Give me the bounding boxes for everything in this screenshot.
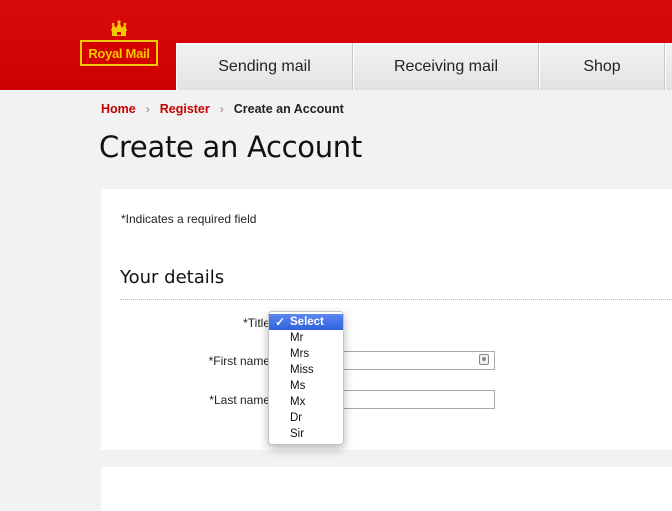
next-card — [101, 467, 672, 511]
title-option-miss[interactable]: Miss — [269, 362, 343, 378]
section-title-your-details: Your details — [120, 267, 225, 288]
title-option-ms[interactable]: Ms — [269, 378, 343, 394]
nav-tab-shop[interactable]: Shop — [539, 43, 665, 90]
title-option-mx[interactable]: Mx — [269, 394, 343, 410]
crown-icon — [111, 20, 127, 36]
page-title: Create an Account — [99, 130, 362, 164]
logo-text: Royal Mail — [88, 45, 150, 61]
contact-card-icon[interactable] — [479, 354, 489, 365]
logo-plate: Royal Mail — [80, 40, 158, 66]
site-header: Royal Mail Sending mail Receiving mail S… — [0, 0, 672, 90]
title-option-sir[interactable]: Sir — [269, 426, 343, 442]
breadcrumb-home-link[interactable]: Home — [101, 102, 136, 116]
title-option-mrs[interactable]: Mrs — [269, 346, 343, 362]
title-option-mr[interactable]: Mr — [269, 330, 343, 346]
title-select-dropdown[interactable]: ✓ Select Mr Mrs Miss Ms Mx Dr Sir — [268, 311, 344, 445]
breadcrumb-current: Create an Account — [233, 102, 344, 116]
title-option-dr[interactable]: Dr — [269, 410, 343, 426]
last-name-field[interactable] — [342, 390, 495, 409]
required-field-note: *Indicates a required field — [121, 212, 257, 226]
breadcrumb-separator: › — [219, 102, 224, 116]
royal-mail-logo[interactable]: Royal Mail — [80, 20, 158, 68]
nav-tab-receiving-mail[interactable]: Receiving mail — [353, 43, 539, 90]
checkmark-icon: ✓ — [275, 315, 286, 329]
first-name-label: *First name — [208, 354, 270, 368]
last-name-label: *Last name — [209, 393, 270, 407]
nav-tab-sending-mail[interactable]: Sending mail — [176, 43, 353, 90]
breadcrumb-register-link[interactable]: Register — [160, 102, 210, 116]
nav-tab-overflow[interactable] — [665, 43, 672, 90]
title-label: *Title — [243, 316, 270, 330]
main-nav: Sending mail Receiving mail Shop — [176, 43, 672, 90]
option-label: Select — [290, 316, 324, 328]
details-card — [101, 189, 672, 450]
title-option-select[interactable]: ✓ Select — [269, 314, 343, 330]
section-divider — [120, 299, 672, 300]
breadcrumb: Home › Register › Create an Account — [101, 102, 344, 116]
breadcrumb-separator: › — [145, 102, 150, 116]
first-name-field[interactable] — [342, 351, 495, 370]
